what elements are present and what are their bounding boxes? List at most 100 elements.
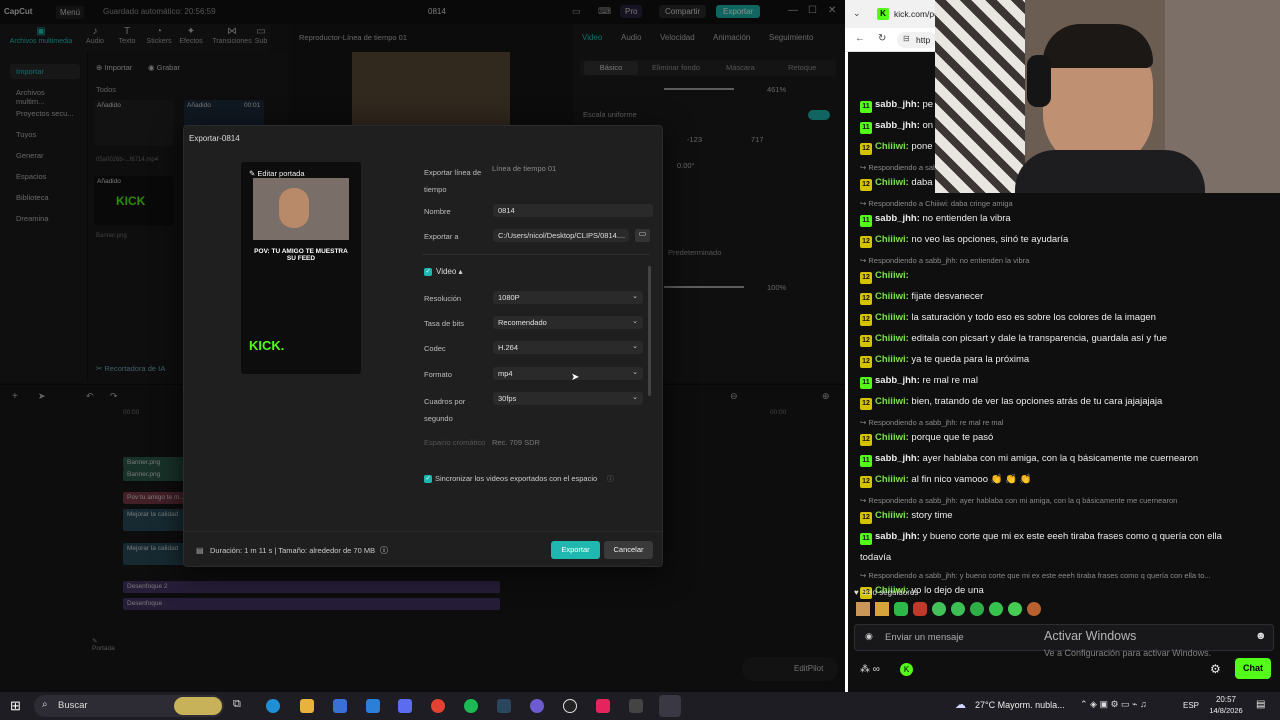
emote-row[interactable] (856, 602, 1041, 618)
chat-username[interactable]: Chiiiwi: (875, 270, 909, 281)
curtain (935, 0, 1025, 193)
spotify-icon[interactable] (464, 699, 478, 713)
tray-icons[interactable]: ⌃ ◈ ▣ ⚙ ▭ ⌁ ♫ (1080, 699, 1147, 710)
export-path-input[interactable]: C:/Users/nicol/Desktop/CLIPS/0814.... (493, 229, 629, 242)
subscriber-badge: 11 (860, 101, 872, 113)
emote-icon[interactable] (875, 602, 889, 616)
windows-start-icon[interactable]: ⊞ (10, 698, 21, 714)
video-checkbox[interactable]: ✓ (424, 268, 432, 276)
chat-username[interactable]: Chiiiwi: (875, 177, 909, 188)
capcut-taskbar-icon[interactable] (659, 695, 681, 717)
emote-icon[interactable] (989, 602, 1003, 616)
activate-windows-sub: Ve a Configuración para activar Windows. (1044, 648, 1212, 658)
chat-reply-context: ↪ Respondiendo a Chiiiwi: daba cringe am… (860, 199, 1013, 208)
chat-tools-icon[interactable]: ⁂ ∞ (860, 664, 880, 675)
browser-tab-title[interactable]: kick.com/po (894, 9, 939, 19)
chat-username[interactable]: sabb_jhh: (875, 375, 920, 386)
info-icon[interactable]: ⓘ (607, 474, 614, 484)
chat-username[interactable]: Chiiiwi: (875, 312, 909, 323)
bitrate-label: Tasa de bits (424, 319, 465, 328)
chat-username[interactable]: sabb_jhh: (875, 120, 920, 131)
resolution-select[interactable]: 1080P ⌄ (493, 291, 643, 304)
edit-cover-link[interactable]: ✎ Editar portada (249, 169, 305, 178)
cancel-button[interactable]: Cancelar (604, 541, 653, 559)
taskbar-search[interactable]: ⌕ Buscar (34, 695, 224, 717)
chat-username[interactable]: Chiiiwi: (875, 396, 909, 407)
app-icon[interactable] (629, 699, 643, 713)
tiktok-icon[interactable] (596, 699, 610, 713)
followers-only: ♥ Solo seguidores (854, 588, 919, 597)
chat-username[interactable]: Chiiiwi: (875, 510, 909, 521)
site-info-icon[interactable]: ⊟ (903, 34, 910, 43)
chat-username[interactable]: Chiiiwi: (875, 291, 909, 302)
store-icon[interactable] (333, 699, 347, 713)
chat-send-button[interactable]: Chat (1235, 658, 1271, 679)
emote-icon[interactable] (1027, 602, 1041, 616)
sync-checkbox[interactable]: ✓ (424, 475, 432, 483)
edge-icon[interactable] (266, 699, 280, 713)
cover-preview[interactable]: ✎ Editar portada POV: TU AMIGO TE MUESTR… (241, 162, 361, 374)
chat-username[interactable]: Chiiiwi: (875, 474, 909, 485)
chat-reply-context: ↪ Respondiendo a sabb_jhh: no entienden … (860, 256, 1030, 265)
obs-icon[interactable] (563, 699, 577, 713)
chat-message-continuation: todavía (860, 552, 892, 563)
emoji-icon[interactable]: ☻ (1255, 630, 1267, 642)
tab-list-icon[interactable]: ⌄ (853, 8, 861, 19)
chat-username[interactable]: sabb_jhh: (875, 99, 920, 110)
chat-text: ayer hablaba con mi amiga, con la q bási… (919, 453, 1199, 464)
chat-username[interactable]: sabb_jhh: (875, 453, 920, 464)
video-section-label[interactable]: Video ▴ (436, 267, 463, 276)
chat-username[interactable]: Chiiiwi: (875, 354, 909, 365)
chat-reply-context: ↪ Respondiendo a sabb_jhh: re mal re mal (860, 418, 1004, 427)
chat-text: on (919, 120, 934, 131)
export-button[interactable]: Exportar (551, 541, 600, 559)
chat-username[interactable]: sabb_jhh: (875, 213, 920, 224)
mail-icon[interactable] (366, 699, 380, 713)
chat-username[interactable]: Chiiiwi: (875, 234, 909, 245)
kick-points-icon[interactable]: K (900, 663, 913, 676)
emote-icon[interactable] (1008, 602, 1022, 616)
reload-icon[interactable]: ↻ (878, 33, 886, 44)
fps-select[interactable]: 30fps ⌄ (493, 392, 643, 405)
scrollbar[interactable] (648, 266, 651, 396)
emote-icon[interactable] (894, 602, 908, 616)
weather-text[interactable]: 27°C Mayorm. nubla... (975, 700, 1065, 710)
emote-icon[interactable] (856, 602, 870, 616)
task-view-icon[interactable]: ⧉ (233, 698, 241, 711)
subscriber-badge: 11 (860, 455, 872, 467)
name-input[interactable]: 0814 (493, 204, 653, 217)
chat-username[interactable]: Chiiiwi: (875, 333, 909, 344)
copilot-icon[interactable] (398, 699, 412, 713)
chat-message: 12 Chiiiwi: story time (860, 510, 953, 524)
bitrate-select[interactable]: Recomendado ⌄ (493, 316, 643, 329)
folder-icon[interactable]: ▭ (635, 229, 650, 242)
info-icon[interactable]: ⓘ (380, 545, 388, 556)
format-select[interactable]: mp4 ⌄ (493, 367, 643, 380)
emote-icon[interactable] (970, 602, 984, 616)
codec-select[interactable]: H.264 ⌄ (493, 341, 643, 354)
subscriber-badge: 11 (860, 215, 872, 227)
notification-icon[interactable]: ▤ (1256, 699, 1265, 710)
chrome-icon[interactable] (431, 699, 445, 713)
emote-icon[interactable] (913, 602, 927, 616)
chat-message: 12 Chiiiwi: al fin nico vamooo 👏 👏 👏 (860, 474, 1031, 488)
chat-username[interactable]: sabb_jhh: (875, 531, 920, 542)
subscriber-badge: 12 (860, 476, 872, 488)
settings-gear-icon[interactable]: ⚙ (1210, 662, 1221, 676)
chat-username[interactable]: Chiiiwi: (875, 141, 909, 152)
back-icon[interactable]: ← (855, 33, 865, 44)
file-explorer-icon[interactable] (300, 699, 314, 713)
emote-icon[interactable] (951, 602, 965, 616)
activate-windows-title: Activar Windows (1044, 629, 1137, 643)
steam-icon[interactable] (497, 699, 511, 713)
clock-date[interactable]: 14/8/2026 (1204, 706, 1248, 715)
address-input[interactable]: ⊟ http (897, 32, 937, 48)
chat-text: daba (908, 177, 933, 188)
clock-time[interactable]: 20:57 (1210, 695, 1242, 704)
discord-icon[interactable] (530, 699, 544, 713)
emote-icon[interactable] (932, 602, 946, 616)
chat-username[interactable]: Chiiiwi: (875, 432, 909, 443)
chat-message: 12 Chiiiwi: porque que te pasó (860, 432, 993, 446)
chat-text: re mal re mal (919, 375, 978, 386)
input-language[interactable]: ESP (1183, 701, 1199, 710)
